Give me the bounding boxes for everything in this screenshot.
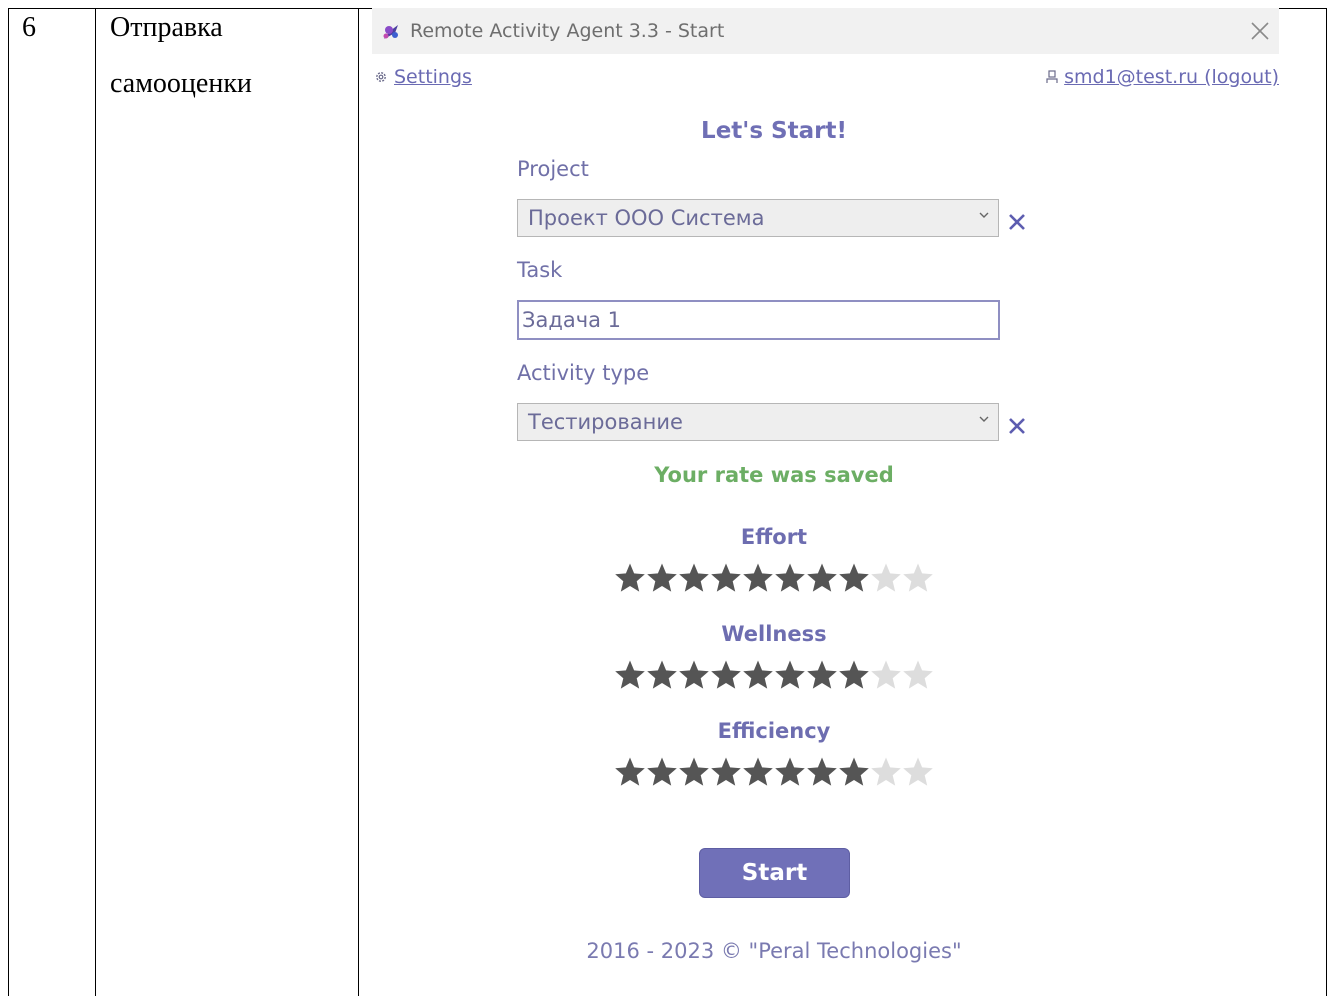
star-icon[interactable] (902, 562, 934, 594)
activity-type-select[interactable]: Тестирование (517, 403, 999, 441)
settings-label[interactable]: Settings (394, 66, 472, 88)
page-heading: Let's Start! (701, 118, 847, 144)
step-name-line2: самооценки (110, 68, 252, 99)
star-icon[interactable] (870, 659, 902, 691)
table-column-divider (95, 8, 96, 996)
user-logout-link[interactable]: smd1@test.ru (logout) (1046, 64, 1279, 90)
table-left-border (8, 8, 9, 996)
star-icon[interactable] (614, 756, 646, 788)
efficiency-rating[interactable] (614, 756, 944, 792)
settings-link[interactable]: Settings (374, 64, 472, 90)
efficiency-label: Efficiency (717, 719, 831, 743)
footer-copyright: 2016 - 2023 © "Peral Technologies" (586, 939, 962, 963)
star-icon[interactable] (838, 562, 870, 594)
star-icon[interactable] (742, 659, 774, 691)
effort-label: Effort (740, 525, 808, 549)
app-window: Remote Activity Agent 3.3 - Start Settin… (372, 8, 1279, 996)
star-icon[interactable] (646, 562, 678, 594)
close-icon[interactable] (1247, 18, 1273, 44)
effort-rating[interactable] (614, 562, 944, 598)
star-icon[interactable] (806, 756, 838, 788)
clear-activity-icon[interactable] (1004, 413, 1030, 439)
task-input[interactable] (522, 303, 982, 337)
project-value: Проект ООО Система (528, 206, 765, 230)
star-icon[interactable] (774, 756, 806, 788)
star-icon[interactable] (710, 562, 742, 594)
wellness-label: Wellness (721, 622, 827, 646)
star-icon[interactable] (646, 659, 678, 691)
star-icon[interactable] (678, 756, 710, 788)
star-icon[interactable] (838, 659, 870, 691)
star-icon[interactable] (678, 562, 710, 594)
star-icon[interactable] (710, 659, 742, 691)
project-label: Project (517, 157, 589, 181)
wellness-rating[interactable] (614, 659, 944, 695)
star-icon[interactable] (838, 756, 870, 788)
star-icon[interactable] (646, 756, 678, 788)
star-icon[interactable] (614, 659, 646, 691)
star-icon[interactable] (774, 659, 806, 691)
step-name-line1: Отправка (110, 12, 223, 43)
task-label: Task (517, 258, 563, 282)
star-icon[interactable] (614, 562, 646, 594)
star-icon[interactable] (678, 659, 710, 691)
chevron-down-icon (979, 416, 989, 422)
activity-type-label: Activity type (517, 361, 650, 385)
star-icon[interactable] (902, 659, 934, 691)
star-icon[interactable] (806, 659, 838, 691)
star-icon[interactable] (742, 562, 774, 594)
project-select[interactable]: Проект ООО Система (517, 199, 999, 237)
star-icon[interactable] (710, 756, 742, 788)
clear-project-icon[interactable] (1004, 209, 1030, 235)
activity-type-value: Тестирование (528, 410, 683, 434)
table-right-border (1326, 8, 1327, 996)
star-icon[interactable] (870, 562, 902, 594)
start-button[interactable]: Start (699, 848, 850, 898)
star-icon[interactable] (902, 756, 934, 788)
table-column-divider (358, 8, 359, 996)
star-icon[interactable] (774, 562, 806, 594)
user-icon (1046, 70, 1058, 83)
window-title: Remote Activity Agent 3.3 - Start (410, 20, 725, 42)
app-logo-icon (383, 25, 398, 39)
chevron-down-icon (979, 212, 989, 218)
task-input-box[interactable] (517, 300, 1000, 340)
user-label[interactable]: smd1@test.ru (logout) (1064, 66, 1279, 88)
star-icon[interactable] (806, 562, 838, 594)
gear-icon (376, 72, 386, 82)
status-message: Your rate was saved (654, 463, 894, 487)
star-icon[interactable] (742, 756, 774, 788)
title-bar: Remote Activity Agent 3.3 - Start (372, 8, 1279, 54)
row-number: 6 (22, 12, 36, 43)
star-icon[interactable] (870, 756, 902, 788)
